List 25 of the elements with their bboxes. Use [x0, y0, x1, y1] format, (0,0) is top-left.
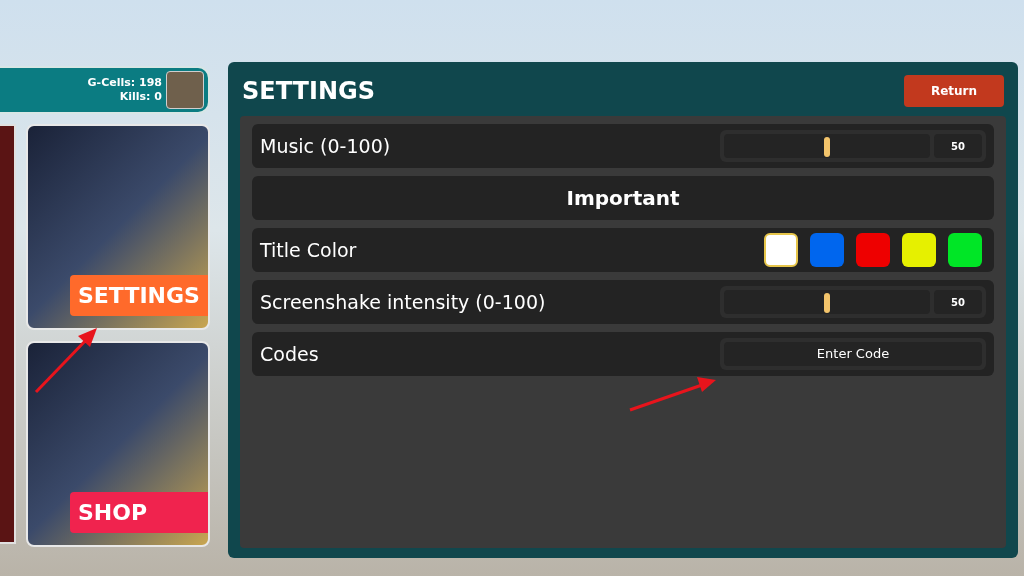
color-swatch[interactable] [856, 233, 890, 267]
value-readout: 50 [934, 134, 982, 158]
arrow-annotation [34, 328, 97, 394]
setting-label: Title Color [260, 237, 357, 263]
menu-card-label: SHOP [70, 492, 208, 533]
menu-card[interactable]: SETTINGS [26, 124, 210, 330]
return-button[interactable]: Return [904, 75, 1004, 107]
section-header: Important [252, 176, 994, 220]
color-swatch[interactable] [948, 233, 982, 267]
window-title: SETTINGS [242, 76, 375, 107]
color-swatch[interactable] [764, 233, 798, 267]
setting-label: Music (0-100) [260, 133, 391, 159]
slider-thumb[interactable] [824, 137, 830, 157]
avatar-placeholder [166, 71, 204, 109]
slider-thumb[interactable] [824, 293, 830, 313]
g-cells-count: G-Cells: 198 [87, 76, 162, 90]
value-readout: 50 [934, 290, 982, 314]
setting-label: Screenshake intensity (0-100) [260, 289, 546, 315]
menu-card-label: SETTINGS [70, 275, 208, 316]
menu-card[interactable]: SHOP [26, 341, 210, 547]
enter-code-button[interactable]: Enter Code [724, 342, 982, 366]
color-swatch[interactable] [902, 233, 936, 267]
setting-label: Codes [260, 341, 319, 367]
kills-count: Kills: 0 [119, 90, 162, 104]
color-swatch[interactable] [810, 233, 844, 267]
